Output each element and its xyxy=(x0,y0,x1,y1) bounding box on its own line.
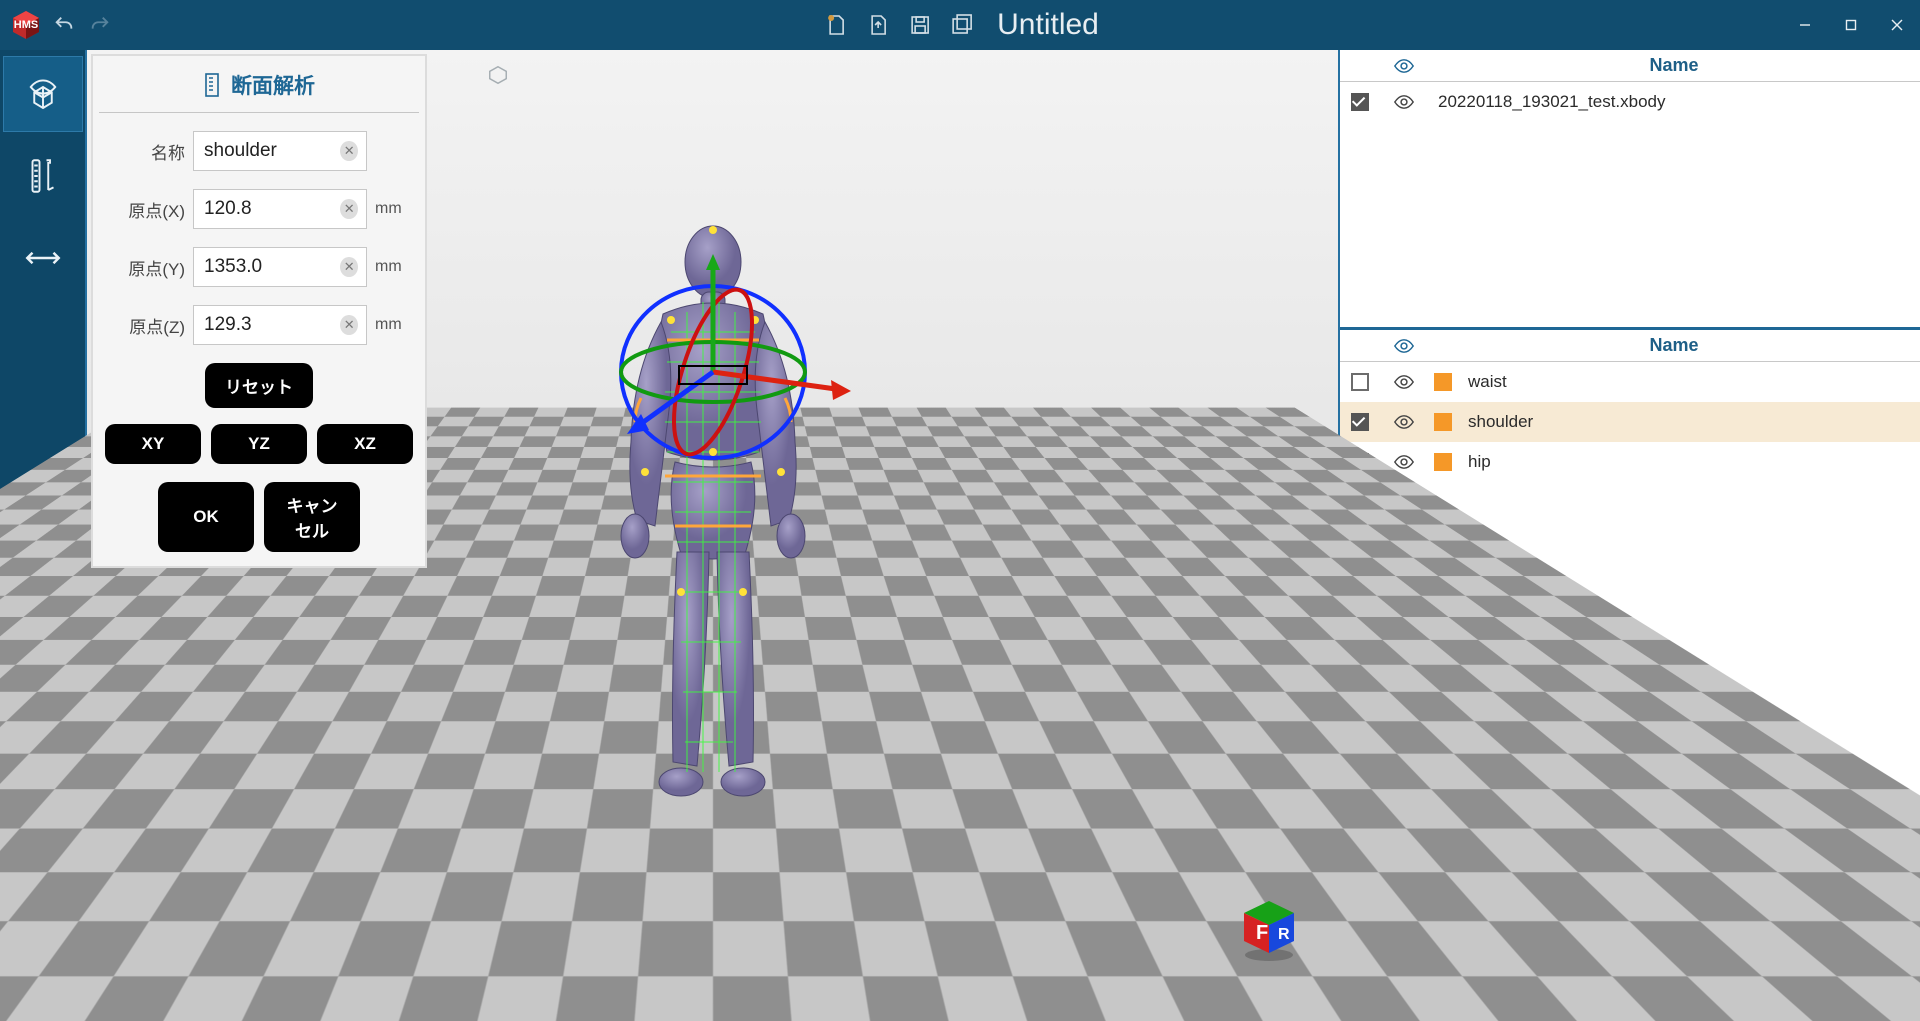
section-row[interactable]: waist xyxy=(1340,362,1920,402)
new-file-icon[interactable] xyxy=(821,10,851,40)
visibility-toggle-icon[interactable] xyxy=(1380,94,1428,110)
files-pane: Name 20220118_193021_test.xbody xyxy=(1340,50,1920,330)
field-label-z: 原点(Z) xyxy=(105,313,185,338)
save-file-icon[interactable] xyxy=(905,10,935,40)
unit-x: mm xyxy=(375,200,413,218)
origin-y-input[interactable] xyxy=(204,256,340,278)
save-all-icon[interactable] xyxy=(947,10,977,40)
section-row[interactable]: shoulder xyxy=(1340,402,1920,442)
clear-y-icon[interactable]: ✕ xyxy=(340,257,358,277)
document-title: Untitled xyxy=(997,8,1099,42)
open-file-icon[interactable] xyxy=(863,10,893,40)
title-bar: HMS xyxy=(0,0,1920,50)
files-header-name: Name xyxy=(1428,55,1920,76)
camera-indicator-icon xyxy=(487,64,509,86)
unit-z: mm xyxy=(375,316,413,334)
plane-xz-button[interactable]: XZ xyxy=(317,424,413,464)
sections-header-name: Name xyxy=(1428,335,1920,356)
plane-xy-button[interactable]: XY xyxy=(105,424,201,464)
ok-button[interactable]: OK xyxy=(158,482,254,552)
mannequin-model[interactable] xyxy=(553,192,873,852)
redo-icon[interactable] xyxy=(86,11,114,39)
section-name: hip xyxy=(1458,452,1920,472)
svg-text:F: F xyxy=(1256,922,1268,944)
reset-button[interactable]: リセット xyxy=(205,363,313,408)
section-row[interactable]: hip xyxy=(1340,442,1920,482)
clear-z-icon[interactable]: ✕ xyxy=(340,315,358,335)
file-list: 20220118_193021_test.xbody xyxy=(1340,82,1920,327)
origin-x-input[interactable] xyxy=(204,198,340,220)
view-tool-button[interactable] xyxy=(3,56,83,132)
section-checkbox[interactable] xyxy=(1351,373,1369,391)
ruler-icon xyxy=(203,73,221,97)
section-checkbox[interactable] xyxy=(1351,413,1369,431)
cancel-button[interactable]: キャンセル xyxy=(264,482,360,552)
move-tool-button[interactable] xyxy=(3,220,83,296)
color-swatch xyxy=(1434,453,1452,471)
file-checkbox[interactable] xyxy=(1351,93,1369,111)
undo-icon[interactable] xyxy=(50,11,78,39)
section-analysis-panel: 断面解析 名称 ✕ 原点(X) ✕ mm 原点(Y) xyxy=(91,54,427,568)
visibility-header-icon xyxy=(1380,58,1428,74)
section-name: shoulder xyxy=(1458,412,1920,432)
field-label-y: 原点(Y) xyxy=(105,255,185,280)
field-label-x: 原点(X) xyxy=(105,197,185,222)
minimize-button[interactable] xyxy=(1782,9,1828,41)
clear-name-icon[interactable]: ✕ xyxy=(340,141,358,161)
name-input[interactable] xyxy=(204,140,340,162)
visibility-toggle-icon[interactable] xyxy=(1380,414,1428,430)
field-label-name: 名称 xyxy=(105,139,185,164)
color-swatch xyxy=(1434,373,1452,391)
measure-tool-button[interactable] xyxy=(3,138,83,214)
file-row[interactable]: 20220118_193021_test.xbody xyxy=(1340,82,1920,122)
visibility-toggle-icon[interactable] xyxy=(1380,374,1428,390)
orientation-cube[interactable]: F R xyxy=(1236,897,1302,963)
color-swatch xyxy=(1434,413,1452,431)
clear-x-icon[interactable]: ✕ xyxy=(340,199,358,219)
origin-z-input[interactable] xyxy=(204,314,340,336)
file-name: 20220118_193021_test.xbody xyxy=(1428,92,1920,112)
section-name: waist xyxy=(1458,372,1920,392)
close-button[interactable] xyxy=(1874,9,1920,41)
svg-text:R: R xyxy=(1278,926,1290,943)
viewport-3d[interactable]: F R 断面解析 名称 ✕ 原点(X) xyxy=(85,50,1340,993)
maximize-button[interactable] xyxy=(1828,9,1874,41)
app-logo-icon: HMS xyxy=(10,9,42,41)
svg-text:HMS: HMS xyxy=(14,19,38,31)
panel-title: 断面解析 xyxy=(99,66,419,113)
unit-y: mm xyxy=(375,258,413,276)
plane-yz-button[interactable]: YZ xyxy=(211,424,307,464)
visibility-header-icon xyxy=(1380,338,1428,354)
